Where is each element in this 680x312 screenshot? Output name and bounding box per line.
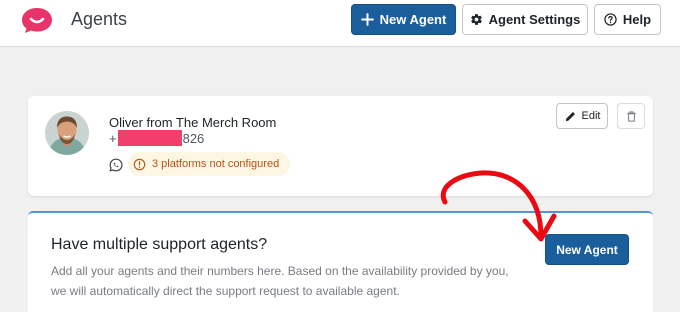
new-agent-button[interactable]: New Agent bbox=[351, 4, 456, 35]
avatar bbox=[45, 111, 89, 155]
trash-icon bbox=[626, 110, 636, 122]
help-label: Help bbox=[622, 12, 652, 27]
phone-suffix: 826 bbox=[182, 130, 205, 146]
platform-warning-text: 3 platforms not configured bbox=[152, 158, 280, 170]
whatsapp-icon bbox=[109, 158, 123, 172]
question-circle-icon bbox=[604, 13, 617, 26]
help-button[interactable]: Help bbox=[594, 4, 661, 35]
info-circle-icon bbox=[133, 158, 146, 170]
edit-agent-button[interactable]: Edit bbox=[556, 103, 608, 129]
promo-description: Add all your agents and their numbers he… bbox=[51, 264, 509, 298]
gear-icon bbox=[470, 14, 482, 25]
agent-name: Oliver from The Merch Room bbox=[109, 115, 277, 130]
brand-logo-icon bbox=[22, 8, 52, 33]
annotation-arrow-icon bbox=[440, 170, 557, 242]
platform-warning-badge[interactable]: 3 platforms not configured bbox=[128, 152, 290, 176]
phone-prefix: + bbox=[109, 130, 117, 146]
edit-label: Edit bbox=[581, 110, 601, 122]
phone-redaction bbox=[117, 130, 182, 146]
plus-icon bbox=[360, 13, 374, 26]
promo-title: Have multiple support agents? bbox=[51, 236, 268, 253]
agent-settings-label: Agent Settings bbox=[488, 12, 581, 27]
page-title: Agents bbox=[71, 9, 128, 29]
delete-agent-button[interactable] bbox=[617, 103, 645, 129]
new-agent-label: New Agent bbox=[379, 12, 447, 27]
agent-settings-button[interactable]: Agent Settings bbox=[462, 4, 588, 35]
top-bar: Agents New Agent Agent Settings Help bbox=[0, 0, 680, 47]
agent-phone: + 826 bbox=[109, 130, 204, 146]
pencil-icon bbox=[565, 111, 575, 121]
